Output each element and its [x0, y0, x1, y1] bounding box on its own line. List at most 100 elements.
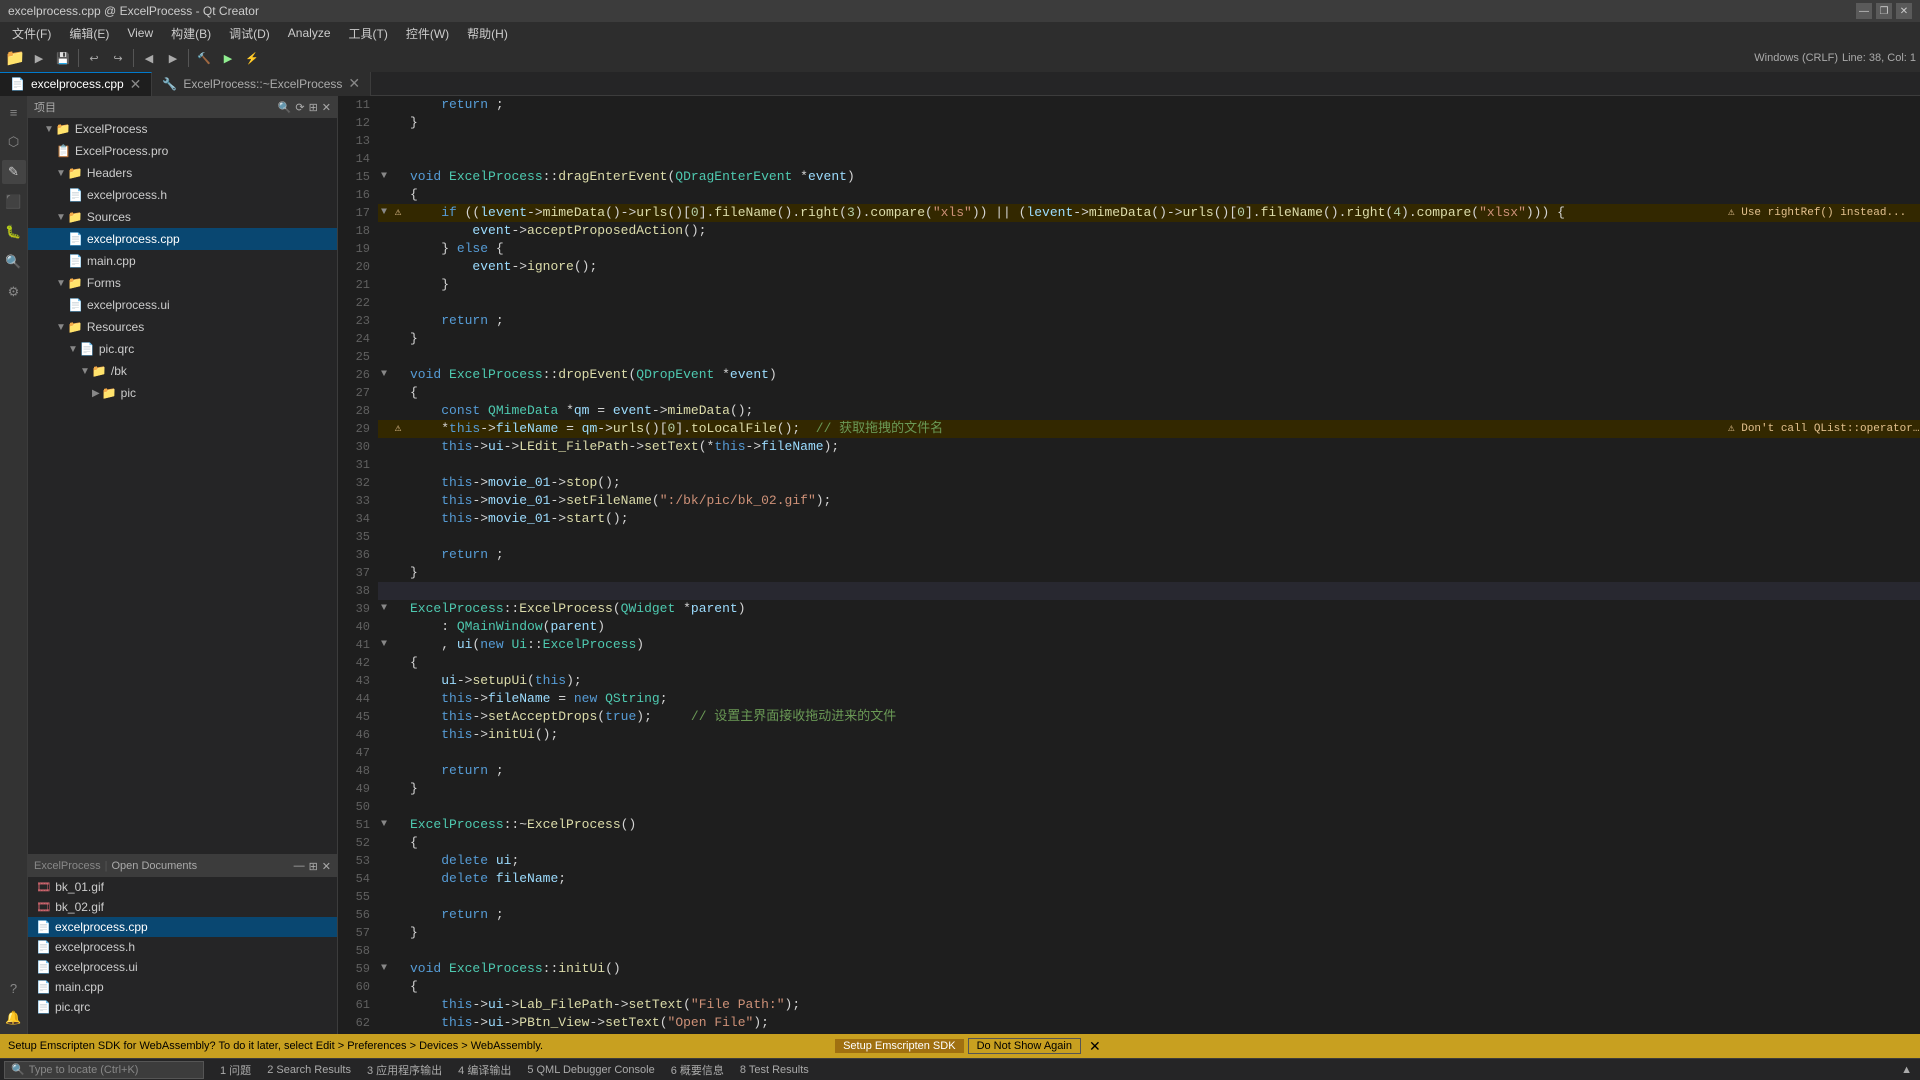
folder-icon: 📁 — [68, 166, 83, 180]
open-doc-main-cpp[interactable]: 📄 main.cpp — [28, 977, 337, 997]
pro-file-icon: 📋 — [56, 144, 71, 158]
open-docs-minimize-icon[interactable]: — — [294, 860, 305, 873]
tab-excelprocess-destructor[interactable]: 🔧 ExcelProcess::~ExcelProcess ✕ — [152, 72, 371, 96]
bottom-tab-issues[interactable]: 1 问题 — [212, 1059, 259, 1080]
code-line-56: 56 return ; — [338, 906, 1920, 924]
menu-widgets[interactable]: 控件(W) — [398, 23, 457, 44]
settings-icon[interactable]: ⚙ — [2, 280, 26, 304]
save-button[interactable]: 💾 — [52, 47, 74, 69]
build-button[interactable]: 🔨 — [193, 47, 215, 69]
open-file-button[interactable]: ▶ — [28, 47, 50, 69]
tab-excelprocess-cpp[interactable]: 📄 excelprocess.cpp ✕ — [0, 72, 152, 96]
tree-pic-qrc[interactable]: ▼ 📄 pic.qrc — [28, 338, 337, 360]
open-doc-excelprocess-cpp[interactable]: 📄 excelprocess.cpp — [28, 917, 337, 937]
debug-icon[interactable]: 🐛 — [2, 220, 26, 244]
code-line-58: 58 — [338, 942, 1920, 960]
bottom-right-status: ▲ — [1901, 1064, 1920, 1076]
notifications-icon[interactable]: 🔔 — [2, 1006, 26, 1030]
sidebar-filter-icon[interactable]: 🔍 — [278, 101, 292, 114]
new-file-button[interactable]: 📁 — [4, 47, 26, 69]
menu-build[interactable]: 构建(B) — [163, 23, 219, 44]
open-doc-excelprocess-ui[interactable]: 📄 excelprocess.ui — [28, 957, 337, 977]
edit-icon[interactable]: ✎ — [2, 160, 26, 184]
tree-excelprocess-ui[interactable]: 📄 excelprocess.ui — [28, 294, 337, 316]
tree-forms-folder[interactable]: ▼ 📁 Forms — [28, 272, 337, 294]
bottom-tab-search[interactable]: 2 Search Results — [259, 1059, 359, 1080]
open-docs-list: 🎞 bk_01.gif 🎞 bk_02.gif 📄 excelprocess.c… — [28, 877, 337, 1034]
folder-icon: 📁 — [68, 276, 83, 290]
tree-resources-folder[interactable]: ▼ 📁 Resources — [28, 316, 337, 338]
help-icon[interactable]: ? — [2, 976, 26, 1000]
minimize-button[interactable]: — — [1856, 3, 1872, 19]
menu-analyze[interactable]: Analyze — [280, 24, 339, 42]
tree-excelprocess-root[interactable]: ▼ 📁 ExcelProcess — [28, 118, 337, 140]
open-doc-pic-qrc[interactable]: 📄 pic.qrc — [28, 997, 337, 1017]
bottom-tab-compile[interactable]: 4 编译输出 — [450, 1059, 519, 1080]
prev-button[interactable]: ◀ — [138, 47, 160, 69]
code-line-62: 62 this->ui->PBtn_View->setText("Open Fi… — [338, 1014, 1920, 1032]
menu-edit[interactable]: 编辑(E) — [61, 23, 117, 44]
tree-excelprocess-h[interactable]: 📄 excelprocess.h — [28, 184, 337, 206]
sidebar-layout-icon[interactable]: ⊞ — [309, 101, 318, 114]
open-doc-bk02[interactable]: 🎞 bk_02.gif — [28, 897, 337, 917]
code-line-22: 22 — [338, 294, 1920, 312]
tab-close-button2[interactable]: ✕ — [348, 75, 360, 92]
search-icon[interactable]: 🔍 — [2, 250, 26, 274]
menu-debug[interactable]: 调试(D) — [221, 23, 278, 44]
doc-icon: 📄 — [36, 940, 51, 954]
code-editor[interactable]: 11 return ; 12 } 13 — [338, 96, 1920, 1034]
open-docs-close-icon[interactable]: ✕ — [322, 860, 331, 873]
folder-icon: 📁 — [92, 364, 107, 378]
tree-excelprocess-pro[interactable]: 📋 ExcelProcess.pro — [28, 140, 337, 162]
tab-close-button[interactable]: ✕ — [130, 76, 142, 93]
code-line-54: 54 delete fileName; — [338, 870, 1920, 888]
bottom-tab-summary[interactable]: 6 概要信息 — [663, 1059, 732, 1080]
redo-button[interactable]: ↪ — [107, 47, 129, 69]
bottom-tab-test[interactable]: 8 Test Results — [732, 1059, 817, 1080]
code-line-44: 44 this->fileName = new QString; — [338, 690, 1920, 708]
tree-sources-folder[interactable]: ▼ 📁 Sources — [28, 206, 337, 228]
tree-headers-folder[interactable]: ▼ 📁 Headers — [28, 162, 337, 184]
close-button[interactable]: ✕ — [1896, 3, 1912, 19]
code-line-16: 16 { — [338, 186, 1920, 204]
open-doc-bk01[interactable]: 🎞 bk_01.gif — [28, 877, 337, 897]
notification-close-icon[interactable]: ✕ — [1089, 1038, 1912, 1055]
code-line-40: 40 : QMainWindow(parent) — [338, 618, 1920, 636]
sidebar-sync-icon[interactable]: ⟳ — [295, 101, 304, 114]
next-button[interactable]: ▶ — [162, 47, 184, 69]
code-line-13: 13 — [338, 132, 1920, 150]
design-icon[interactable]: ⬛ — [2, 190, 26, 214]
tree-bk-folder[interactable]: ▼ 📁 /bk — [28, 360, 337, 382]
code-line-19: 19 } else { — [338, 240, 1920, 258]
editor-tab-bar: 📄 excelprocess.cpp ✕ 🔧 ExcelProcess::~Ex… — [0, 72, 1920, 96]
restore-button[interactable]: ❐ — [1876, 3, 1892, 19]
open-doc-excelprocess-h[interactable]: 📄 excelprocess.h — [28, 937, 337, 957]
run-button[interactable]: ▶ — [217, 47, 239, 69]
undo-button[interactable]: ↩ — [83, 47, 105, 69]
sidebar-close-icon[interactable]: ✕ — [322, 101, 331, 114]
menu-tools[interactable]: 工具(T) — [341, 23, 396, 44]
arrow-icon: ▼ — [56, 212, 66, 223]
tree-main-cpp[interactable]: 📄 main.cpp — [28, 250, 337, 272]
welcome-icon[interactable]: ⬡ — [2, 130, 26, 154]
projects-icon[interactable]: ≡ — [2, 100, 26, 124]
setup-emscripten-button[interactable]: Setup Emscripten SDK — [835, 1039, 964, 1053]
tree-excelprocess-cpp[interactable]: 📄 excelprocess.cpp — [28, 228, 337, 250]
doc-label: pic.qrc — [55, 1000, 90, 1014]
arrow-icon: ▼ — [68, 344, 78, 355]
code-line-27: 27 { — [338, 384, 1920, 402]
tree-pic-folder[interactable]: ▶ 📁 pic — [28, 382, 337, 404]
main-toolbar: 📁 ▶ 💾 ↩ ↪ ◀ ▶ 🔨 ▶ ⚡ Windows (CRLF) Line:… — [0, 44, 1920, 72]
debug-run-button[interactable]: ⚡ — [241, 47, 263, 69]
do-not-show-again-button[interactable]: Do Not Show Again — [968, 1038, 1081, 1054]
locator-bar[interactable]: 🔍 Type to locate (Ctrl+K) — [4, 1061, 204, 1079]
open-docs-layout-icon[interactable]: ⊞ — [309, 860, 318, 873]
tab-label2: ExcelProcess::~ExcelProcess — [183, 77, 342, 91]
bottom-tab-app-output[interactable]: 3 应用程序输出 — [359, 1059, 450, 1080]
bottom-tab-qml-debug[interactable]: 5 QML Debugger Console — [519, 1059, 662, 1080]
menu-file[interactable]: 文件(F) — [4, 23, 59, 44]
code-line-57: 57 } — [338, 924, 1920, 942]
menu-view[interactable]: View — [119, 24, 161, 42]
menu-help[interactable]: 帮助(H) — [459, 23, 516, 44]
tree-label: ExcelProcess — [75, 122, 148, 136]
